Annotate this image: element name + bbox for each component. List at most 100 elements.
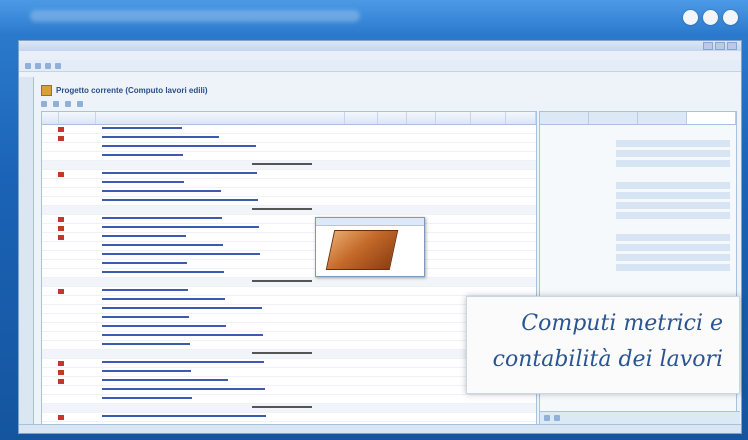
table-row[interactable] xyxy=(42,296,536,305)
table-row[interactable] xyxy=(42,179,536,188)
table-row[interactable] xyxy=(42,413,536,422)
section-total-row[interactable] xyxy=(42,206,536,215)
new-icon[interactable] xyxy=(25,62,31,69)
row-description xyxy=(102,396,536,402)
summary-value[interactable] xyxy=(616,150,730,157)
row-description xyxy=(102,135,536,141)
column-header[interactable] xyxy=(436,112,471,124)
summary-field xyxy=(546,264,730,271)
table-row[interactable] xyxy=(42,242,536,251)
table-row[interactable] xyxy=(42,269,536,278)
text-placeholder xyxy=(102,190,221,193)
table-row[interactable] xyxy=(42,323,536,332)
summary-value[interactable] xyxy=(616,160,730,167)
summary-value[interactable] xyxy=(616,234,730,241)
text-placeholder xyxy=(102,235,186,238)
window-dot-icon[interactable] xyxy=(703,10,718,25)
panel-tab[interactable] xyxy=(540,112,589,124)
text-placeholder xyxy=(102,262,187,265)
grid-rows xyxy=(42,125,536,424)
table-row[interactable] xyxy=(42,143,536,152)
row-description xyxy=(102,288,536,294)
table-row[interactable] xyxy=(42,188,536,197)
panel-tab[interactable] xyxy=(589,112,638,124)
row-description xyxy=(102,405,536,411)
column-header[interactable] xyxy=(96,112,345,124)
row-description xyxy=(102,126,536,132)
column-header[interactable] xyxy=(378,112,407,124)
table-row[interactable] xyxy=(42,125,536,134)
table-row[interactable] xyxy=(42,341,536,350)
text-placeholder xyxy=(102,298,225,301)
maximize-button[interactable] xyxy=(715,42,725,50)
column-header[interactable] xyxy=(471,112,506,124)
summary-value[interactable] xyxy=(616,182,730,189)
grid-header xyxy=(42,112,536,125)
summary-value[interactable] xyxy=(616,140,730,147)
row-description xyxy=(102,171,536,177)
status-flag-icon xyxy=(58,216,64,222)
table-row[interactable] xyxy=(42,386,536,395)
panel-footer-button[interactable] xyxy=(554,415,560,421)
table-row[interactable] xyxy=(42,251,536,260)
print-icon[interactable] xyxy=(55,62,61,69)
summary-value[interactable] xyxy=(616,254,730,261)
text-placeholder xyxy=(102,172,257,175)
minimize-button[interactable] xyxy=(703,42,713,50)
summary-value[interactable] xyxy=(616,202,730,209)
column-header[interactable] xyxy=(407,112,436,124)
status-flag-icon xyxy=(58,378,64,384)
section-total-row[interactable] xyxy=(42,404,536,413)
summary-field xyxy=(546,150,730,157)
table-row[interactable] xyxy=(42,287,536,296)
delete-icon[interactable] xyxy=(77,100,83,107)
table-row[interactable] xyxy=(42,359,536,368)
table-row[interactable] xyxy=(42,395,536,404)
panel-tab[interactable] xyxy=(638,112,687,124)
summary-value[interactable] xyxy=(616,192,730,199)
summary-value[interactable] xyxy=(616,244,730,251)
close-button[interactable] xyxy=(727,42,737,50)
row-description xyxy=(102,279,536,285)
table-row[interactable] xyxy=(42,134,536,143)
table-row[interactable] xyxy=(42,233,536,242)
status-flag-icon xyxy=(58,126,64,132)
table-row[interactable] xyxy=(42,305,536,314)
table-row[interactable] xyxy=(42,368,536,377)
save-icon[interactable] xyxy=(45,62,51,69)
table-row[interactable] xyxy=(42,260,536,269)
table-row[interactable] xyxy=(42,332,536,341)
section-total-row[interactable] xyxy=(42,278,536,287)
filter-icon[interactable] xyxy=(41,100,47,107)
menu-bar xyxy=(19,51,741,60)
insert-icon[interactable] xyxy=(65,100,71,107)
table-row[interactable] xyxy=(42,215,536,224)
row-description xyxy=(102,153,536,159)
open-icon[interactable] xyxy=(35,62,41,69)
window-dot-icon[interactable] xyxy=(723,10,738,25)
side-panel-collapsed[interactable] xyxy=(19,77,34,433)
table-row[interactable] xyxy=(42,377,536,386)
text-placeholder xyxy=(102,136,219,139)
text-placeholder xyxy=(102,199,258,202)
table-row[interactable] xyxy=(42,197,536,206)
summary-value[interactable] xyxy=(616,212,730,219)
section-total-row[interactable] xyxy=(42,161,536,170)
column-header[interactable] xyxy=(42,112,59,124)
column-header[interactable] xyxy=(345,112,378,124)
column-header[interactable] xyxy=(59,112,96,124)
table-row[interactable] xyxy=(42,314,536,323)
section-total-row[interactable] xyxy=(42,350,536,359)
window-dot-icon[interactable] xyxy=(683,10,698,25)
column-header[interactable] xyxy=(506,112,536,124)
callout-box: Computi metrici e contabilità dei lavori xyxy=(466,296,740,394)
tile-preview-popup xyxy=(315,217,425,277)
summary-value[interactable] xyxy=(616,264,730,271)
table-row[interactable] xyxy=(42,224,536,233)
table-row[interactable] xyxy=(42,170,536,179)
sort-icon[interactable] xyxy=(53,100,59,107)
panel-tab[interactable] xyxy=(687,112,736,124)
table-row[interactable] xyxy=(42,152,536,161)
app-titlebar xyxy=(19,41,741,51)
panel-footer-button[interactable] xyxy=(544,415,550,421)
